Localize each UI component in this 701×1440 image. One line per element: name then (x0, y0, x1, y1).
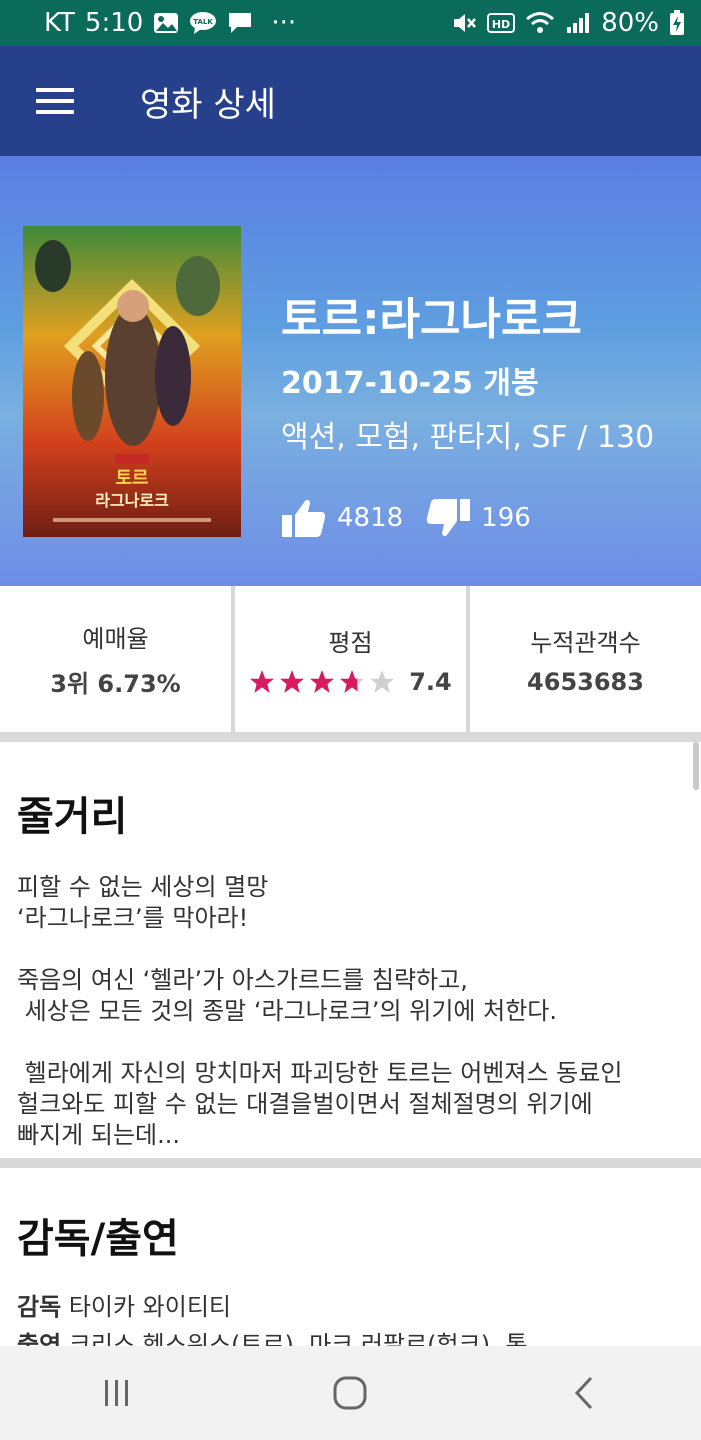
rating-value: 7.4 (409, 667, 452, 696)
signal-icon (565, 11, 591, 35)
system-nav-bar (0, 1346, 701, 1440)
movie-info: 토르:라그나로크 2017-10-25 개봉 액션, 모험, 판타지, SF /… (281, 292, 654, 538)
clock: 5:10 (84, 8, 144, 38)
app-bar: 영화 상세 (0, 46, 701, 156)
stats-row: 예매율 3위 6.73% 평점 7.4 누적관객수 4653683 (0, 586, 701, 732)
battery-percent: 80% (601, 8, 659, 38)
section-divider (0, 732, 701, 742)
hamburger-menu-icon (36, 88, 74, 114)
thumbs-up-icon (282, 499, 326, 537)
thumbs-down-icon (426, 499, 471, 537)
synopsis-text: 피할 수 없는 세상의 멸망 ‘라그나로크’를 막아라! 죽음의 여신 ‘헬라’… (17, 873, 623, 1149)
release-date: 2017-10-25 개봉 (281, 366, 539, 401)
audience-value: 4653683 (527, 667, 644, 696)
star-icon (370, 669, 395, 693)
dislike-button[interactable]: 196 (425, 498, 531, 538)
rating-label: 평점 (328, 628, 373, 657)
credits-title: 감독/출연 (17, 1216, 179, 1262)
status-bar: KT 5:10 TALK ··· HD 80% (0, 0, 701, 46)
vote-row: 4818 196 (281, 498, 654, 538)
home-button[interactable] (290, 1346, 410, 1440)
message-icon (227, 11, 253, 35)
scrollbar[interactable] (693, 742, 699, 790)
home-icon (333, 1376, 367, 1410)
dislike-count: 196 (481, 503, 531, 533)
audience-stat: 누적관객수 4653683 (470, 586, 701, 732)
booking-rate-stat: 예매율 3위 6.73% (0, 586, 231, 732)
booking-rate-value: 3위 6.73% (50, 670, 181, 698)
credits-section: 감독/출연 감독 타이카 와이티티 출연 크리스 헴스워스(토르), 마크 러팔… (0, 1168, 701, 1346)
movie-genre: 액션, 모험, 판타지, SF / 130 (281, 420, 655, 455)
battery-charging-icon (669, 10, 685, 36)
carrier-label: KT (44, 8, 75, 38)
movie-poster[interactable]: 토르 라그나로크 (23, 226, 241, 537)
director-name: 타이카 와이티티 (68, 1293, 232, 1321)
booking-rate-label: 예매율 (82, 625, 149, 653)
more-notifications: ··· (271, 8, 297, 38)
recent-apps-button[interactable] (57, 1346, 177, 1440)
wifi-icon (525, 11, 555, 35)
star-icon (280, 669, 305, 693)
svg-text:HD: HD (492, 18, 510, 31)
movie-header: 토르 라그나로크 토르:라그나로크 2017-10-25 개봉 액션, 모험, … (0, 156, 701, 586)
director-label: 감독 (17, 1293, 62, 1321)
cast-label: 출연 (17, 1331, 62, 1346)
svg-text:라그나로크: 라그나로크 (95, 491, 169, 510)
director-line: 감독 타이카 와이티티 (17, 1288, 701, 1326)
kakaotalk-icon: TALK (189, 11, 217, 35)
cast-line: 출연 크리스 헴스워스(토르), 마크 러팔로(헐크), 톰 (17, 1326, 701, 1346)
svg-text:토르: 토르 (115, 468, 148, 489)
menu-button[interactable] (0, 46, 110, 156)
like-count: 4818 (337, 503, 404, 533)
cast-names: 크리스 헴스워스(토르), 마크 러팔로(헐크), 톰 (68, 1331, 528, 1346)
mute-icon (451, 11, 477, 35)
star-icon (340, 669, 365, 693)
hd-icon: HD (487, 12, 516, 34)
section-divider (0, 1158, 701, 1168)
back-icon (575, 1376, 593, 1410)
page-title: 영화 상세 (140, 84, 276, 125)
rating-stat: 평점 7.4 (235, 586, 466, 732)
synopsis-title: 줄거리 (17, 794, 128, 840)
like-button[interactable]: 4818 (281, 498, 403, 538)
recent-apps-icon (104, 1380, 128, 1406)
svg-text:TALK: TALK (194, 18, 214, 26)
star-icon (310, 669, 335, 693)
gallery-icon (153, 12, 179, 34)
synopsis-section: 줄거리 피할 수 없는 세상의 멸망 ‘라그나로크’를 막아라! 죽음의 여신 … (0, 742, 701, 1158)
movie-title: 토르:라그나로크 (281, 294, 582, 345)
rating-stars (249, 669, 395, 695)
star-icon (250, 669, 275, 693)
audience-label: 누적관객수 (530, 628, 641, 657)
back-button[interactable] (524, 1346, 644, 1440)
